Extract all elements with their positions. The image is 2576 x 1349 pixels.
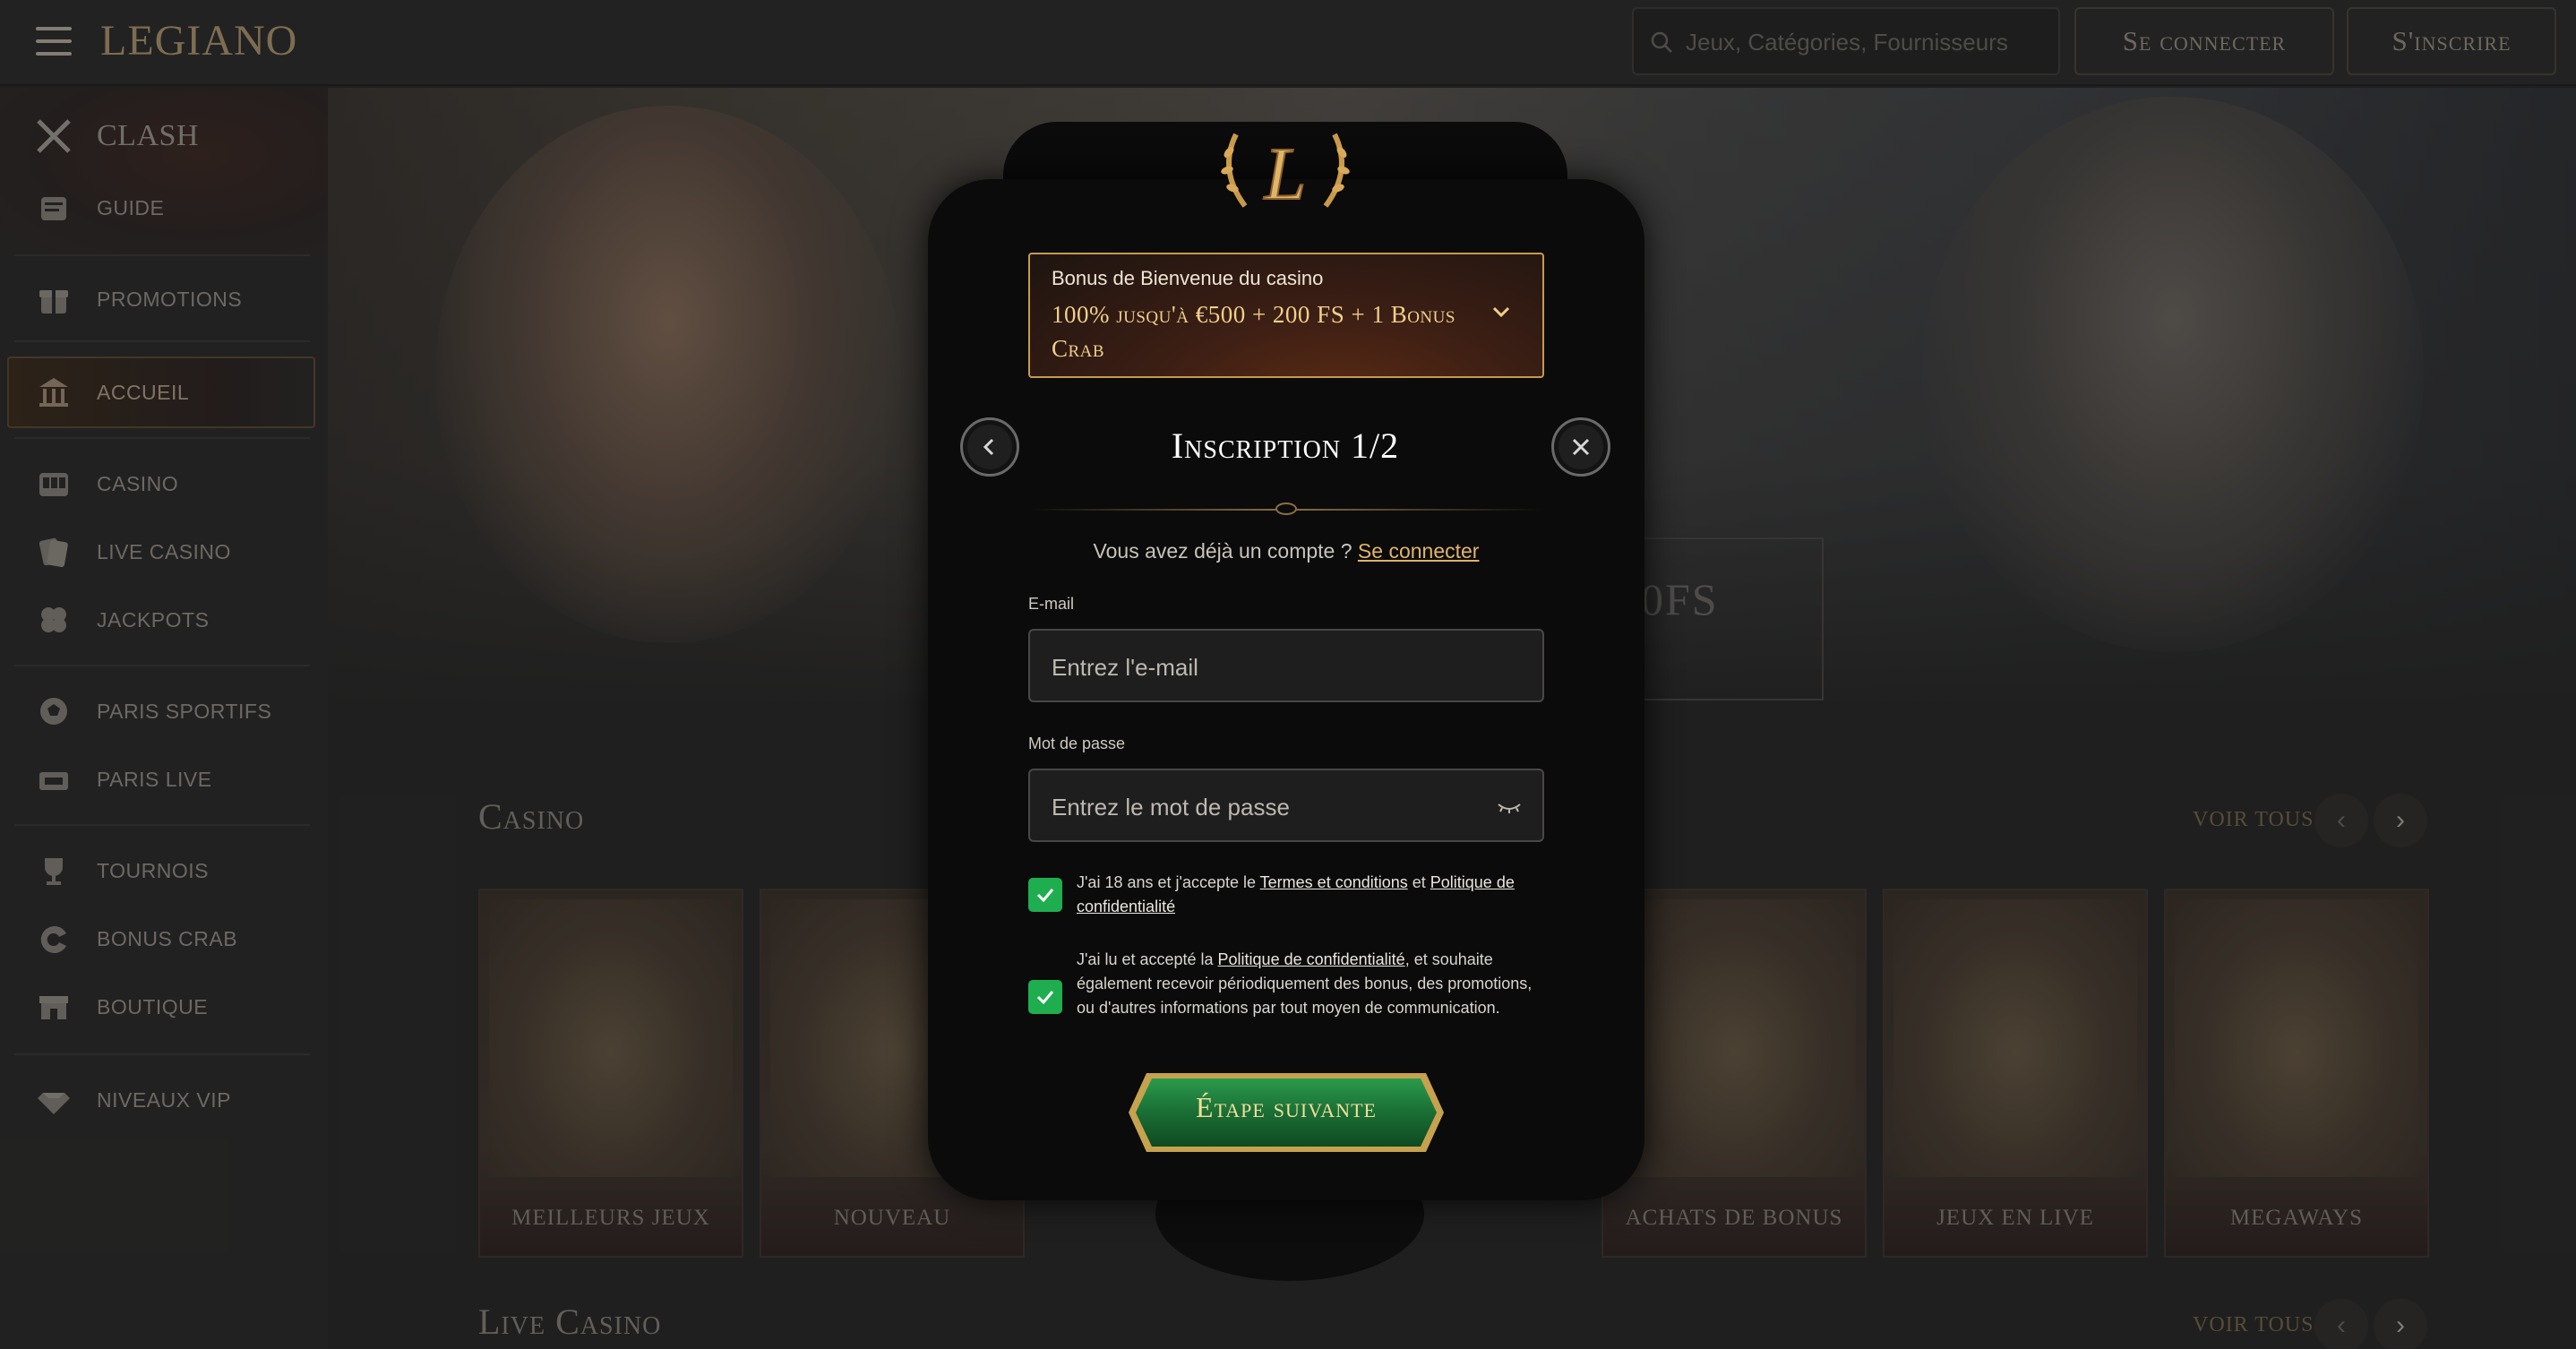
divider-ornament <box>1275 503 1297 515</box>
terms-prefix: J'ai 18 ans et j'accepte le <box>1077 873 1260 891</box>
email-field[interactable]: Entrez l'e-mail <box>1028 629 1544 702</box>
hide-password-icon[interactable] <box>1496 797 1523 817</box>
marketing-privacy-link[interactable]: Politique de confidentialité <box>1218 950 1405 968</box>
welcome-bonus-banner[interactable]: Bonus de Bienvenue du casino 100% jusqu'… <box>1028 253 1544 378</box>
next-step-label: Étape suivante <box>1196 1091 1377 1123</box>
chevron-left-icon <box>983 438 994 456</box>
email-label: E-mail <box>1028 595 1075 613</box>
svg-text:L: L <box>1264 133 1307 216</box>
terms-link[interactable]: Termes et conditions <box>1260 873 1408 891</box>
terms-mid: et <box>1407 873 1430 891</box>
password-label: Mot de passe <box>1028 735 1126 752</box>
bonus-offer: 100% jusqu'à €500 + 200 FS + 1 Bonus Cra… <box>1052 301 1455 362</box>
terms-checkbox[interactable] <box>1028 878 1062 912</box>
checkmark-icon <box>1036 991 1054 1005</box>
bonus-caption: Bonus de Bienvenue du casino <box>1052 267 1324 289</box>
password-placeholder: Entrez le mot de passe <box>1052 794 1290 821</box>
email-placeholder: Entrez l'e-mail <box>1052 654 1198 681</box>
marketing-text: J'ai lu et accepté la Politique de confi… <box>1077 948 1544 1020</box>
terms-text: J'ai 18 ans et j'accepte le Termes et co… <box>1077 871 1544 919</box>
login-prompt: Vous avez déjà un compte ? Se connecter <box>1028 539 1544 563</box>
login-prompt-text: Vous avez déjà un compte ? <box>1093 539 1352 563</box>
marketing-prefix: J'ai lu et accepté la <box>1077 950 1218 968</box>
password-field[interactable]: Entrez le mot de passe <box>1028 769 1544 842</box>
next-step-button[interactable]: Étape suivante <box>1127 1071 1446 1154</box>
modal-title: Inscription 1/2 <box>1171 425 1400 466</box>
legiano-emblem-icon: L <box>1221 132 1350 217</box>
close-button[interactable] <box>1551 417 1610 477</box>
chevron-down-icon[interactable] <box>1489 299 1514 324</box>
close-icon <box>1572 438 1590 456</box>
checkmark-icon <box>1036 889 1054 903</box>
marketing-checkbox[interactable] <box>1028 980 1062 1014</box>
back-button[interactable] <box>960 417 1019 477</box>
login-link[interactable]: Se connecter <box>1358 539 1480 563</box>
